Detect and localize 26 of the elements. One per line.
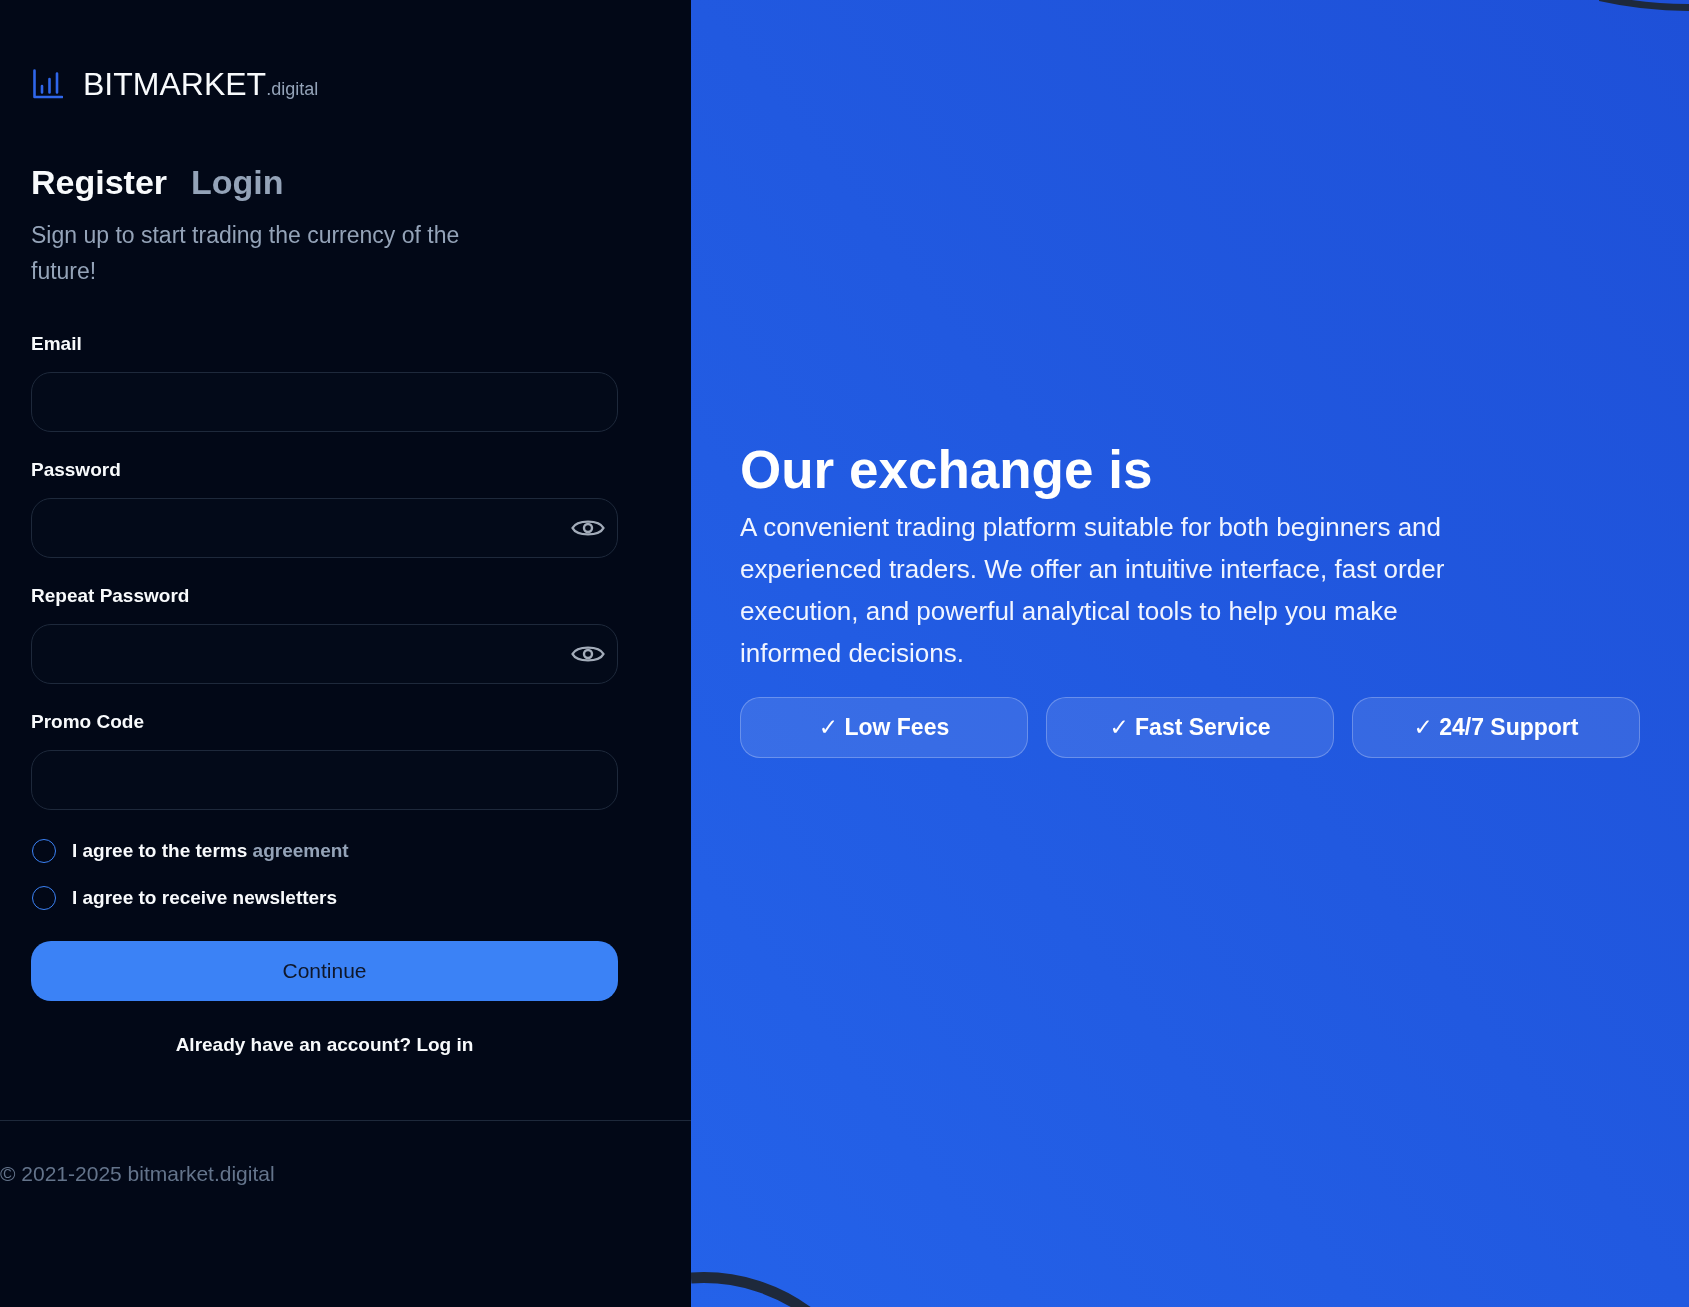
password-field[interactable] <box>31 498 618 558</box>
terms-link[interactable]: agreement <box>252 840 349 861</box>
feature-pill: ✓ Low Fees <box>740 697 1028 758</box>
password-field[interactable] <box>31 624 618 684</box>
login-link[interactable]: Log in <box>416 1034 474 1055</box>
copyright-text: © 2021-2025 bitmarket.digital <box>0 1162 275 1185</box>
hero-description: A convenient trading platform suitable for both beginners and experienced traders. We offer an intuitive interface, fast order execution, and powerful analytical tools to help you make informed decisions. <box>740 511 1446 670</box>
brand-suffix: .digital <box>266 79 319 100</box>
field-label: Password <box>31 458 122 482</box>
field-label: Promo Code <box>31 710 145 734</box>
tab[interactable]: Login <box>191 160 284 204</box>
bar-chart-icon <box>33 69 63 99</box>
brand-name: BITMARKET <box>83 66 267 102</box>
checkbox-label: I agree to receive newsletters <box>72 886 338 910</box>
subtitle: Sign up to start trading the currency of the future! <box>31 221 461 286</box>
field-label: Email <box>31 332 83 356</box>
submit-button[interactable]: Continue <box>31 941 618 1001</box>
input-field[interactable] <box>31 750 618 810</box>
tab[interactable]: Register <box>31 160 168 204</box>
feature-pill: ✓ Fast Service <box>1046 697 1334 758</box>
account-prompt: Already have an account? Log in <box>174 1033 475 1057</box>
checkbox-label: I agree to the terms agreement <box>72 839 349 863</box>
input-field[interactable] <box>31 372 618 432</box>
hero-title: Our exchange is <box>740 439 1154 501</box>
feature-pill: ✓ 24/7 Support <box>1352 697 1640 758</box>
field-label: Repeat Password <box>31 584 191 608</box>
